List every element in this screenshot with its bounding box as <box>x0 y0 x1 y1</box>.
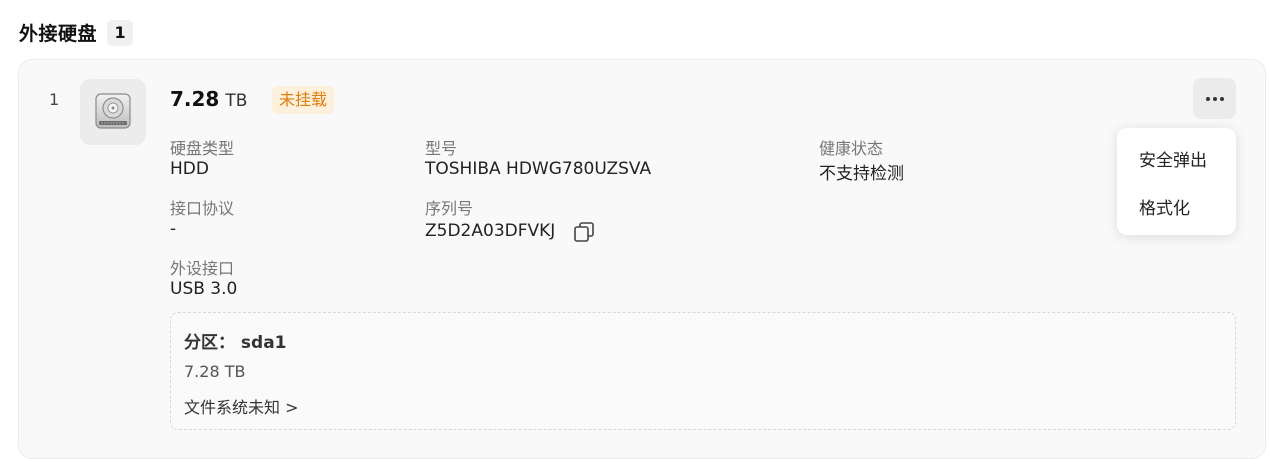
interface-label: 接口协议 <box>170 199 235 218</box>
hard-disk-icon <box>95 93 131 129</box>
partition-panel: 分区： sda1 7.28 TB 文件系统未知 > <box>170 312 1236 430</box>
disk-capacity: 7.28 TB <box>170 87 247 111</box>
menu-item-format[interactable]: 格式化 <box>1139 194 1190 219</box>
filesystem-link[interactable]: 文件系统未知 > <box>184 394 299 418</box>
disk-type-label: 硬盘类型 <box>170 139 235 158</box>
model-label: 型号 <box>425 139 458 158</box>
serial-label: 序列号 <box>425 199 474 218</box>
interface-value: - <box>170 219 177 239</box>
copy-serial-button[interactable] <box>572 220 596 244</box>
disk-thumbnail <box>80 79 146 145</box>
disk-card: 1 7.28 TB 未挂载 硬盘类型 HDD 型号 TOSHIBA HDWG78… <box>18 59 1266 459</box>
partition-title: 分区： sda1 <box>184 333 287 353</box>
menu-item-safe-eject[interactable]: 安全弹出 <box>1139 146 1207 171</box>
partition-size: 7.28 TB <box>184 362 246 381</box>
port-label: 外设接口 <box>170 259 235 278</box>
copy-icon <box>574 222 594 242</box>
disk-count-badge: 1 <box>107 19 134 46</box>
port-value: USB 3.0 <box>170 279 238 299</box>
disk-index: 1 <box>49 90 60 109</box>
model-value: TOSHIBA HDWG780UZSVA <box>425 159 652 179</box>
more-horizontal-icon <box>1205 96 1224 101</box>
capacity-unit: TB <box>225 91 248 111</box>
more-actions-button[interactable] <box>1193 78 1236 119</box>
health-value: 不支持检测 <box>819 164 904 184</box>
health-label: 健康状态 <box>819 139 884 158</box>
section-header: 外接硬盘 1 <box>19 19 134 46</box>
mount-status-badge: 未挂载 <box>272 86 335 114</box>
section-title: 外接硬盘 <box>19 23 98 45</box>
capacity-value: 7.28 <box>170 87 220 111</box>
serial-value: Z5D2A03DFVKJ <box>425 221 556 241</box>
disk-type-value: HDD <box>170 159 209 179</box>
actions-dropdown-menu: 安全弹出 格式化 <box>1117 128 1236 235</box>
